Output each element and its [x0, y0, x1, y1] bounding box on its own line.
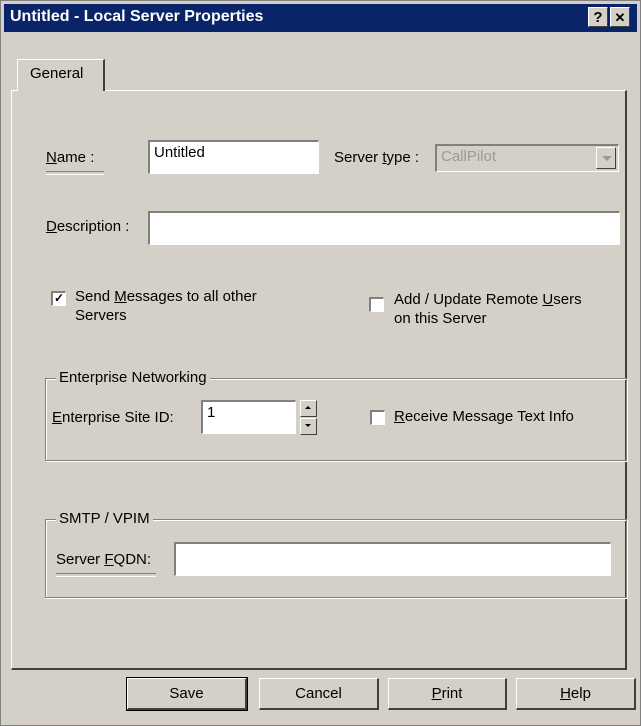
cancel-button[interactable]: Cancel: [259, 678, 379, 710]
send-messages-checkbox[interactable]: ✓: [51, 291, 66, 306]
add-update-remote-users-checkbox[interactable]: [369, 297, 384, 312]
receive-message-text-info-label: Receive Message Text Info: [394, 408, 574, 425]
enterprise-site-id-field[interactable]: 1: [201, 400, 296, 434]
add-update-label-line2: on this Server: [394, 310, 487, 327]
enterprise-networking-legend: Enterprise Networking: [56, 369, 210, 386]
receive-message-text-info-checkbox[interactable]: [370, 410, 385, 425]
enterprise-site-id-label: Enterprise Site ID:: [52, 409, 174, 426]
smtp-vpim-legend: SMTP / VPIM: [56, 510, 153, 527]
server-type-label: Server type :: [334, 149, 420, 166]
name-label-underline: [46, 171, 104, 175]
description-field[interactable]: [148, 211, 620, 245]
help-button[interactable]: Help: [516, 678, 636, 710]
server-fqdn-underline: [56, 573, 156, 577]
dialog-window: Untitled - Local Server Properties ? ✕ G…: [0, 0, 641, 726]
description-label: Description :: [46, 218, 130, 235]
add-update-label: Add / Update Remote Users: [394, 291, 582, 308]
help-icon[interactable]: ?: [588, 7, 608, 27]
name-label: Name :: [46, 149, 95, 166]
server-fqdn-label: Server FQDN:: [56, 551, 152, 568]
server-fqdn-field[interactable]: [174, 542, 611, 576]
print-button[interactable]: Print: [388, 678, 507, 710]
server-type-select[interactable]: CallPilot: [435, 144, 619, 172]
tab-general[interactable]: General: [17, 59, 105, 91]
window-title: Untitled - Local Server Properties: [10, 8, 264, 25]
send-messages-label: Send Messages to all other: [75, 288, 257, 305]
close-icon[interactable]: ✕: [610, 7, 630, 27]
name-field[interactable]: Untitled: [148, 140, 319, 174]
title-bar[interactable]: Untitled - Local Server Properties ? ✕: [4, 4, 637, 32]
spin-down-icon[interactable]: [300, 418, 317, 435]
spin-up-icon[interactable]: [300, 400, 317, 417]
send-messages-label-line2: Servers: [75, 307, 127, 324]
tab-general-label: General: [30, 65, 84, 82]
chevron-down-icon[interactable]: [596, 147, 616, 169]
save-button[interactable]: Save: [126, 677, 248, 711]
